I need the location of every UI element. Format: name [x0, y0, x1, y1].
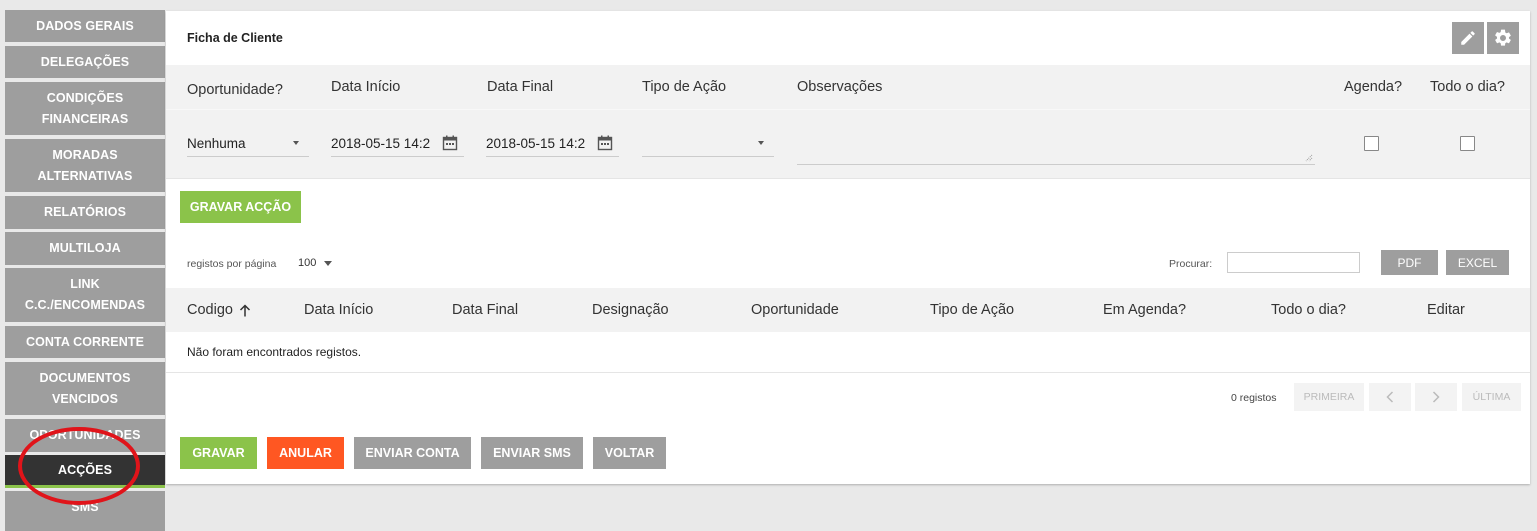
- enviar-conta-button[interactable]: ENVIAR CONTA: [354, 437, 471, 469]
- prev-page-button[interactable]: [1369, 383, 1411, 411]
- sidebar-item-documentos-vencidos[interactable]: DOCUMENTOS VENCIDOS: [5, 362, 165, 415]
- sidebar-item-accoes[interactable]: ACÇÕES: [5, 455, 165, 488]
- data-inicio-input[interactable]: 2018-05-15 14:2: [331, 130, 464, 157]
- gravar-accao-button[interactable]: GRAVAR ACÇÃO: [180, 191, 301, 223]
- calendar-icon[interactable]: [442, 135, 458, 151]
- enviar-sms-button[interactable]: ENVIAR SMS: [481, 437, 583, 469]
- header-agenda: Agenda?: [1344, 79, 1403, 95]
- gravar-button[interactable]: GRAVAR: [180, 437, 257, 469]
- agenda-checkbox[interactable]: [1364, 136, 1379, 151]
- voltar-button[interactable]: VOLTAR: [593, 437, 666, 469]
- form-input-row: Nenhuma 2018-05-15 14:2 2018-05-15 14:2: [166, 109, 1530, 179]
- per-page-value: 100: [298, 257, 317, 269]
- empty-message: Não foram encontrados registos.: [187, 345, 362, 359]
- col-codigo-label: Codigo: [187, 302, 233, 318]
- col-editar[interactable]: Editar: [1427, 302, 1465, 318]
- resize-handle-icon[interactable]: [1305, 154, 1313, 162]
- arrow-up-icon: [239, 303, 250, 316]
- chevron-down-icon: [293, 141, 299, 145]
- col-todo-dia[interactable]: Todo o dia?: [1271, 302, 1346, 318]
- pdf-button[interactable]: PDF: [1381, 250, 1438, 275]
- chevron-down-icon: [324, 260, 333, 266]
- last-page-button[interactable]: ÚLTIMA: [1462, 383, 1521, 411]
- form-header: Oportunidade? Data Início Data Final Tip…: [166, 65, 1530, 109]
- col-designacao[interactable]: Designação: [592, 302, 669, 318]
- sidebar-item-multiloja[interactable]: MULTILOJA: [5, 232, 165, 265]
- sidebar-item-conta-corrente[interactable]: CONTA CORRENTE: [5, 326, 165, 358]
- client-card: Ficha de Cliente Oportunidade? Data Iníc…: [166, 11, 1530, 484]
- oportunidade-value: Nenhuma: [187, 135, 246, 151]
- sidebar-item-dados-gerais[interactable]: DADOS GERAIS: [5, 10, 165, 42]
- col-codigo[interactable]: Codigo: [187, 302, 251, 318]
- data-final-input[interactable]: 2018-05-15 14:2: [486, 130, 619, 157]
- sidebar-item-condicoes-financeiras[interactable]: CONDIÇÕES FINANCEIRAS: [5, 82, 165, 135]
- first-page-button[interactable]: PRIMEIRA: [1294, 383, 1364, 411]
- sidebar-item-link-cc-encomendas[interactable]: LINK C.C./ENCOMENDAS: [5, 268, 165, 322]
- calendar-icon[interactable]: [597, 135, 613, 151]
- col-tipo-acao[interactable]: Tipo de Ação: [930, 302, 1014, 318]
- gear-icon: [1495, 29, 1511, 46]
- header-data-final: Data Final: [487, 79, 554, 95]
- col-data-inicio[interactable]: Data Início: [304, 302, 373, 318]
- tipo-acao-select[interactable]: [642, 130, 774, 157]
- header-tipo-acao: Tipo de Ação: [642, 79, 727, 95]
- col-data-final[interactable]: Data Final: [452, 302, 518, 318]
- observacoes-textarea[interactable]: [797, 134, 1315, 165]
- search-label: Procurar:: [1169, 258, 1213, 270]
- data-inicio-value: 2018-05-15 14:2: [331, 135, 431, 151]
- next-page-button[interactable]: [1415, 383, 1457, 411]
- header-todo-dia: Todo o dia?: [1430, 79, 1505, 95]
- col-oportunidade[interactable]: Oportunidade: [751, 302, 839, 318]
- sidebar-item-delegacoes[interactable]: DELEGAÇÕES: [5, 46, 165, 78]
- settings-button[interactable]: [1487, 22, 1519, 54]
- pencil-icon: [1461, 31, 1475, 45]
- header-observacoes: Observações: [797, 79, 883, 95]
- search-input[interactable]: [1227, 252, 1360, 273]
- header-oportunidade: Oportunidade?: [187, 82, 283, 98]
- sidebar-item-oportunidades[interactable]: OPORTUNIDADES: [5, 419, 165, 452]
- header-data-inicio: Data Início: [331, 79, 401, 95]
- chevron-left-icon: [1386, 391, 1394, 403]
- col-em-agenda[interactable]: Em Agenda?: [1103, 302, 1186, 318]
- table-row: Não foram encontrados registos.: [166, 332, 1530, 373]
- todo-dia-checkbox[interactable]: [1460, 136, 1475, 151]
- table-header: Codigo Data Início Data Final Designação…: [166, 288, 1530, 332]
- excel-button[interactable]: EXCEL: [1446, 250, 1509, 275]
- per-page-label: registos por página: [187, 258, 277, 270]
- oportunidade-select[interactable]: Nenhuma: [187, 130, 309, 157]
- chevron-right-icon: [1432, 391, 1440, 403]
- sidebar-item-moradas-alternativas[interactable]: MORADAS ALTERNATIVAS: [5, 139, 165, 192]
- anular-button[interactable]: ANULAR: [267, 437, 344, 469]
- record-count: 0 registos: [1231, 392, 1277, 404]
- sidebar: DADOS GERAIS DELEGAÇÕES CONDIÇÕES FINANC…: [0, 0, 170, 531]
- per-page-select[interactable]: 100: [298, 257, 333, 269]
- sidebar-item-sms[interactable]: SMS: [5, 491, 165, 531]
- sidebar-item-relatorios[interactable]: RELATÓRIOS: [5, 196, 165, 229]
- card-title: Ficha de Cliente: [187, 31, 283, 45]
- chevron-down-icon: [758, 141, 764, 145]
- data-final-value: 2018-05-15 14:2: [486, 135, 586, 151]
- edit-button[interactable]: [1452, 22, 1484, 54]
